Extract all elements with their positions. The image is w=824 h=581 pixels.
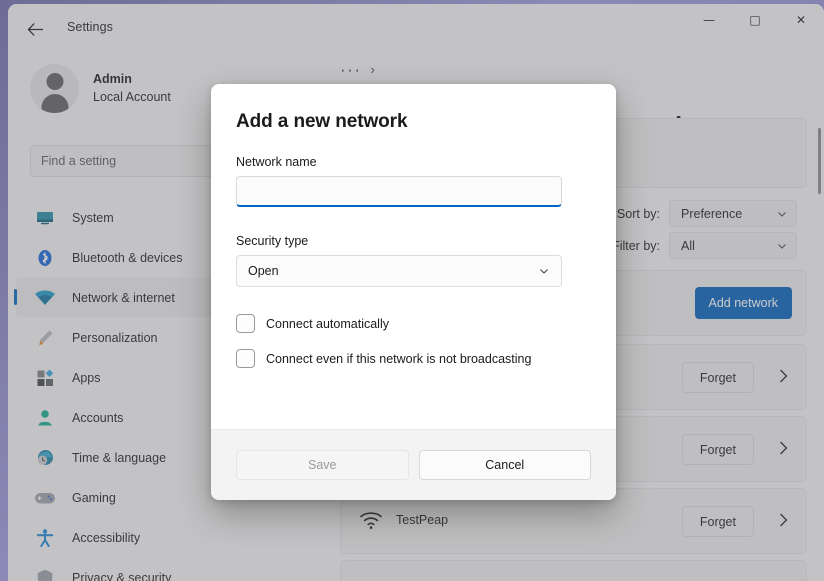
sort-by-row: Sort by: Preference (617, 200, 797, 227)
chevron-right-icon[interactable] (778, 512, 789, 528)
sort-by-value: Preference (681, 206, 743, 221)
dialog-title: Add a new network (236, 111, 408, 132)
sidebar-item-accessibility[interactable]: Accessibility (16, 518, 312, 557)
connect-hidden-checkbox-row[interactable]: Connect even if this network is not broa… (236, 349, 591, 368)
breadcrumb-overflow-button[interactable]: ··· (340, 61, 361, 78)
forget-button[interactable]: Forget (681, 506, 754, 537)
save-button[interactable]: Save (236, 450, 409, 480)
add-network-button[interactable]: Add network (694, 287, 792, 319)
minimize-button[interactable]: — (686, 4, 732, 36)
security-type-label: Security type (236, 234, 309, 248)
accessibility-icon (34, 527, 56, 549)
filter-by-label: Filter by: (612, 238, 660, 253)
settings-window: ··· › Manage known networks managed by y… (8, 4, 824, 581)
scrollbar-track[interactable] (814, 52, 824, 581)
system-icon (34, 207, 56, 229)
clock-globe-icon (34, 447, 56, 469)
account-summary[interactable]: Admin Local Account (30, 64, 171, 113)
wifi-icon (360, 512, 382, 529)
chevron-right-icon[interactable] (778, 440, 789, 456)
connect-automatically-label: Connect automatically (266, 316, 389, 331)
sort-by-select[interactable]: Preference (669, 200, 797, 227)
table-row[interactable] (340, 560, 807, 581)
sidebar-item-label: Privacy & security (72, 570, 172, 581)
sidebar-item-label: Personalization (72, 330, 158, 345)
app-title: Settings (67, 20, 113, 34)
sidebar-item-label: System (72, 210, 114, 225)
account-type: Local Account (93, 90, 171, 104)
sidebar-item-label: Bluetooth & devices (72, 250, 183, 265)
security-type-value: Open (248, 264, 279, 278)
close-button[interactable]: ✕ (778, 4, 824, 36)
breadcrumb: ··· › (340, 61, 375, 78)
sidebar-item-label: Apps (72, 370, 101, 385)
forget-button[interactable]: Forget (681, 434, 754, 465)
security-type-select[interactable]: Open (236, 255, 562, 287)
maximize-button[interactable]: □ (732, 4, 778, 36)
filter-by-select[interactable]: All (669, 232, 797, 259)
minimize-icon: — (703, 13, 715, 27)
maximize-icon: □ (749, 13, 761, 27)
sort-by-label: Sort by: (616, 206, 660, 221)
back-button[interactable] (18, 16, 52, 42)
connect-automatically-checkbox[interactable] (236, 314, 255, 333)
breadcrumb-separator-icon: › (370, 62, 375, 77)
chevron-right-icon[interactable] (778, 368, 789, 384)
sidebar-item-label: Accounts (72, 410, 124, 425)
sidebar-item-label: Accessibility (72, 530, 141, 545)
sidebar-item-label: Gaming (72, 490, 116, 505)
dialog-body: Add a new network Network name Security … (211, 84, 616, 429)
sidebar-item-label: Time & language (72, 450, 167, 465)
account-name: Admin (93, 72, 132, 86)
chevron-down-icon (540, 269, 548, 274)
back-arrow-icon (27, 22, 43, 36)
forget-button[interactable]: Forget (681, 362, 754, 393)
connect-automatically-checkbox-row[interactable]: Connect automatically (236, 314, 591, 333)
network-name-input[interactable] (236, 176, 562, 207)
filter-by-row: Filter by: All (612, 232, 797, 259)
dialog-footer: Save Cancel (211, 429, 616, 500)
network-name-label: Network name (236, 155, 317, 169)
scrollbar-thumb[interactable] (818, 128, 821, 194)
connect-hidden-label: Connect even if this network is not broa… (266, 351, 532, 366)
sidebar-item-privacy-security[interactable]: Privacy & security (16, 558, 312, 581)
chevron-down-icon (778, 211, 786, 217)
cancel-button[interactable]: Cancel (418, 450, 591, 480)
close-icon: ✕ (795, 13, 807, 27)
avatar (30, 64, 79, 113)
apps-icon (34, 367, 56, 389)
sidebar-item-label: Network & internet (72, 290, 175, 305)
bluetooth-icon (34, 247, 56, 269)
network-name: TestPeap (396, 513, 449, 527)
title-bar: Settings — □ ✕ (8, 4, 824, 52)
shield-icon (34, 567, 56, 581)
wifi-icon (34, 287, 56, 309)
filter-by-value: All (681, 238, 695, 253)
person-icon (34, 407, 56, 429)
paintbrush-icon (34, 327, 56, 349)
connect-hidden-checkbox[interactable] (236, 349, 255, 368)
add-network-dialog: Add a new network Network name Security … (211, 84, 616, 500)
gamepad-icon (34, 487, 56, 509)
chevron-down-icon (778, 243, 786, 249)
